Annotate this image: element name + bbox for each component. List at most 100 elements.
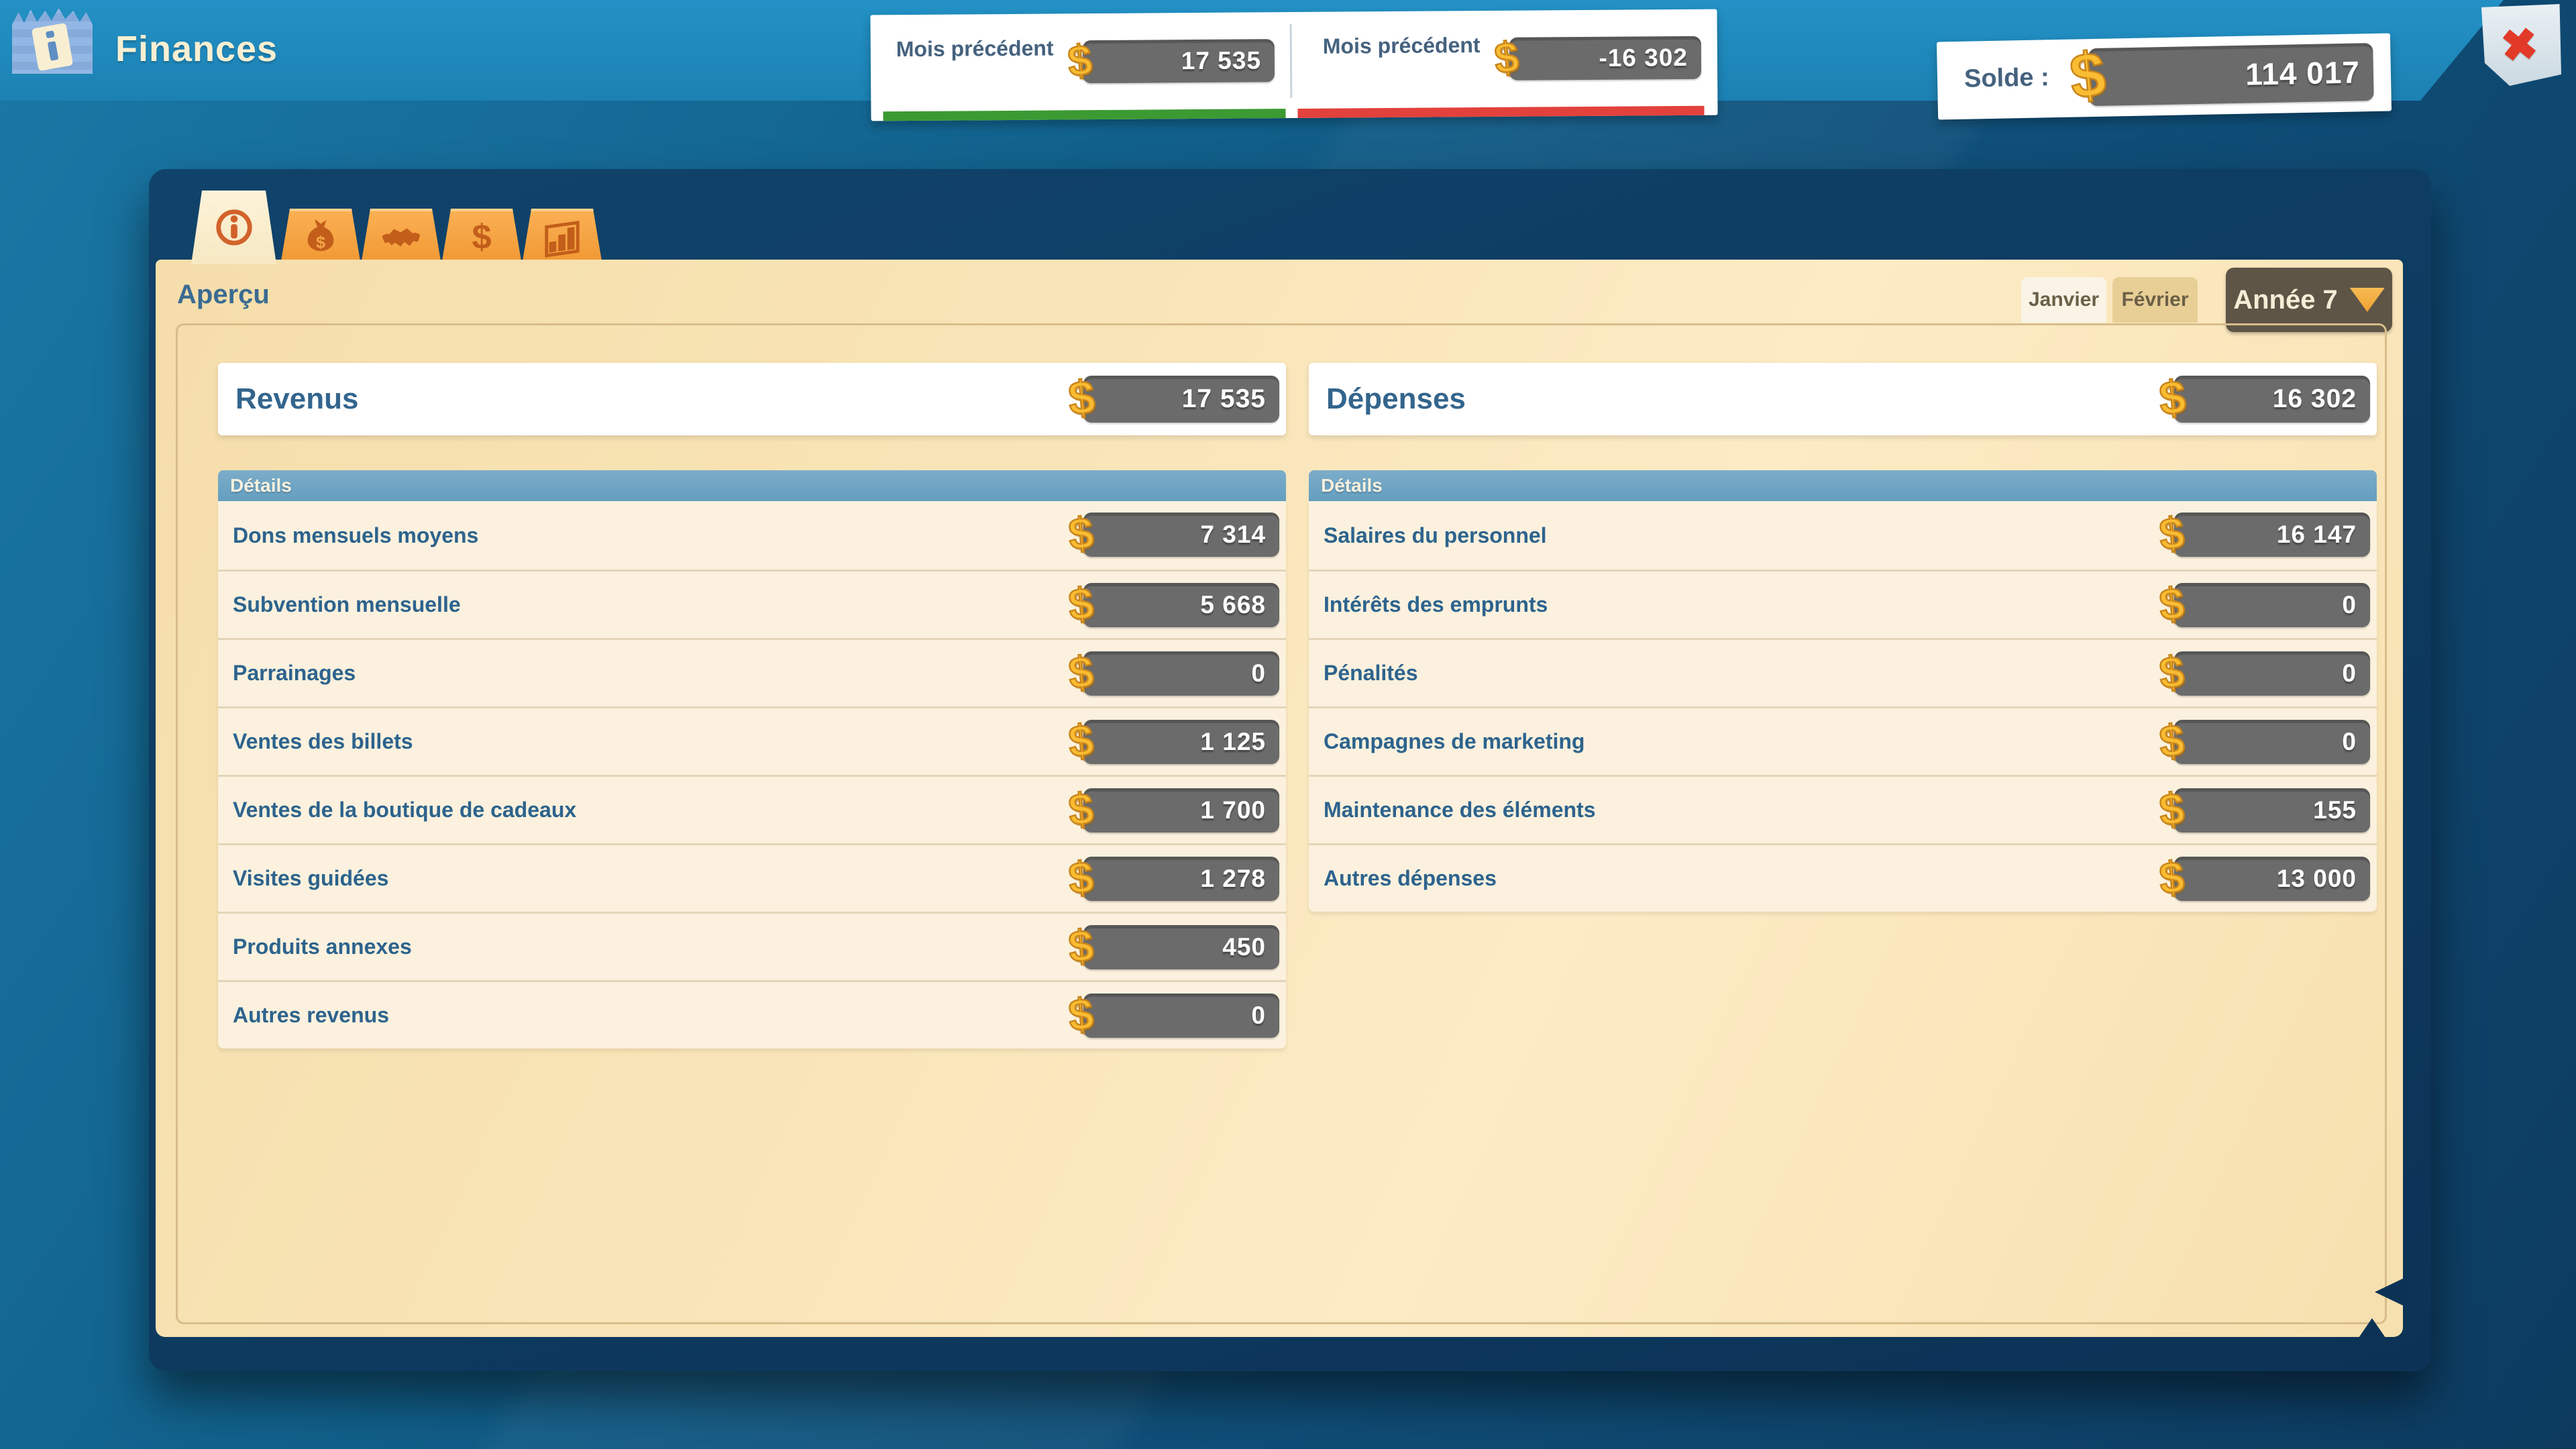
currency-icon: $: [2157, 511, 2186, 557]
row-value: 1 700: [1200, 796, 1279, 824]
table-row: Pénalités $ 0: [1309, 638, 2377, 706]
month-button-fevrier[interactable]: Février: [2112, 277, 2198, 323]
table-row: Maintenance des éléments $ 155: [1309, 775, 2377, 843]
row-value: 1 278: [1200, 865, 1279, 893]
details-label: Détails: [1309, 475, 1383, 496]
expenses-rows: Salaires du personnel $ 16 147 Intérêts …: [1309, 501, 2377, 912]
currency-icon: $: [1066, 38, 1093, 83]
row-value: 155: [2313, 796, 2370, 824]
table-row: Autres dépenses $ 13 000: [1309, 843, 2377, 912]
currency-icon: $: [2157, 373, 2188, 422]
tab-money[interactable]: $: [441, 209, 522, 265]
currency-icon: $: [2157, 786, 2186, 833]
row-value: 5 668: [1200, 591, 1279, 619]
money-bag-icon: $: [300, 216, 341, 258]
previous-month-income-pill: $ 17 535: [1083, 39, 1275, 83]
row-label: Intérêts des emprunts: [1309, 592, 1548, 617]
row-value: 7 314: [1200, 521, 1279, 549]
revenues-total-pill: $ 17 535: [1083, 376, 1279, 423]
month-button-janvier[interactable]: Janvier: [2021, 277, 2106, 323]
svg-text:$: $: [472, 217, 491, 256]
row-amount-pill: $ 7 314: [1083, 513, 1279, 557]
revenues-total-value: 17 535: [1182, 384, 1279, 414]
row-label: Produits annexes: [218, 934, 412, 959]
previous-month-expense: Mois précédent $ -16 302: [1297, 9, 1713, 109]
row-amount-pill: $ 450: [1083, 925, 1279, 969]
currency-icon: $: [1067, 923, 1095, 969]
row-amount-pill: $ 155: [2174, 788, 2370, 833]
close-icon: ✖: [2498, 17, 2540, 72]
currency-icon: $: [1493, 35, 1520, 80]
row-amount-pill: $ 0: [1083, 651, 1279, 696]
row-label: Salaires du personnel: [1309, 523, 1547, 548]
tab-deals[interactable]: [361, 209, 441, 265]
revenues-column: Revenus $ 17 535 Détails Dons mensuels m…: [218, 363, 1286, 435]
row-amount-pill: $ 1 700: [1083, 788, 1279, 833]
table-row: Campagnes de marketing $ 0: [1309, 706, 2377, 775]
row-label: Autres dépenses: [1309, 866, 1497, 891]
bar-chart-icon: [541, 216, 583, 258]
row-amount-pill: $ 16 147: [2174, 513, 2370, 557]
expenses-total-pill: $ 16 302: [2174, 376, 2370, 423]
expense-trend-bar: [1297, 106, 1704, 118]
currency-icon: $: [2157, 855, 2186, 901]
balance-panel: Solde : $ 114 017: [1937, 34, 2392, 120]
tab-charts[interactable]: [522, 209, 602, 265]
handshake-icon: [380, 216, 422, 258]
row-value: 0: [1251, 1002, 1279, 1030]
revenues-header: Revenus $ 17 535: [218, 363, 1286, 435]
previous-month-income-label: Mois précédent: [896, 36, 1064, 60]
currency-icon: $: [1067, 373, 1097, 422]
row-value: 0: [2342, 728, 2370, 756]
details-label: Détails: [218, 475, 292, 496]
previous-month-income-value: 17 535: [1181, 46, 1275, 75]
row-label: Maintenance des éléments: [1309, 798, 1595, 822]
table-row: Intérêts des emprunts $ 0: [1309, 570, 2377, 638]
currency-icon: $: [2157, 649, 2186, 696]
table-row: Ventes des billets $ 1 125: [218, 706, 1286, 775]
info-icon: [213, 207, 255, 248]
row-amount-pill: $ 1 278: [1083, 857, 1279, 901]
tab-income[interactable]: $: [280, 209, 361, 265]
balance-label: Solde :: [1964, 64, 2049, 93]
currency-icon: $: [2067, 42, 2108, 109]
table-row: Dons mensuels moyens $ 7 314: [218, 501, 1286, 570]
row-amount-pill: $ 0: [2174, 720, 2370, 764]
close-button[interactable]: ✖: [2478, 4, 2561, 86]
currency-icon: $: [2157, 718, 2186, 764]
page-title: Finances: [115, 28, 278, 70]
row-value: 0: [2342, 659, 2370, 688]
details-container: Revenus $ 17 535 Détails Dons mensuels m…: [176, 323, 2387, 1324]
currency-icon: $: [1067, 786, 1095, 833]
row-value: 0: [2342, 591, 2370, 619]
dollar-icon: $: [461, 216, 502, 258]
finances-dialog: $ $ Aperçu Janvier Février Année 7: [149, 169, 2431, 1371]
expenses-header: Dépenses $ 16 302: [1309, 363, 2377, 435]
previous-month-expense-value: -16 302: [1599, 44, 1701, 72]
balance-pill: $ 114 017: [2088, 43, 2374, 106]
currency-icon: $: [1067, 581, 1095, 627]
row-label: Parrainages: [218, 661, 356, 686]
row-label: Autres revenus: [218, 1003, 389, 1028]
currency-icon: $: [1067, 511, 1095, 557]
row-label: Subvention mensuelle: [218, 592, 461, 617]
revenues-title: Revenus: [218, 382, 358, 416]
row-label: Ventes des billets: [218, 729, 413, 754]
row-value: 13 000: [2277, 865, 2370, 893]
finances-ledger-icon: [12, 5, 93, 74]
row-label: Campagnes de marketing: [1309, 729, 1585, 754]
currency-icon: $: [1067, 649, 1095, 696]
table-row: Autres revenus $ 0: [218, 980, 1286, 1049]
chevron-down-icon: [2350, 288, 2385, 312]
tab-overview[interactable]: [191, 191, 276, 264]
balance-value: 114 017: [2245, 54, 2374, 93]
row-amount-pill: $ 0: [2174, 651, 2370, 696]
row-value: 1 125: [1200, 728, 1279, 756]
currency-icon: $: [2157, 581, 2186, 627]
year-dropdown[interactable]: Année 7: [2226, 268, 2392, 332]
row-label: Visites guidées: [218, 866, 388, 891]
svg-text:$: $: [316, 233, 325, 252]
previous-month-income: Mois précédent $ 17 535: [870, 12, 1287, 111]
previous-month-expense-label: Mois précédent: [1323, 34, 1491, 58]
expenses-title: Dépenses: [1309, 382, 1466, 416]
